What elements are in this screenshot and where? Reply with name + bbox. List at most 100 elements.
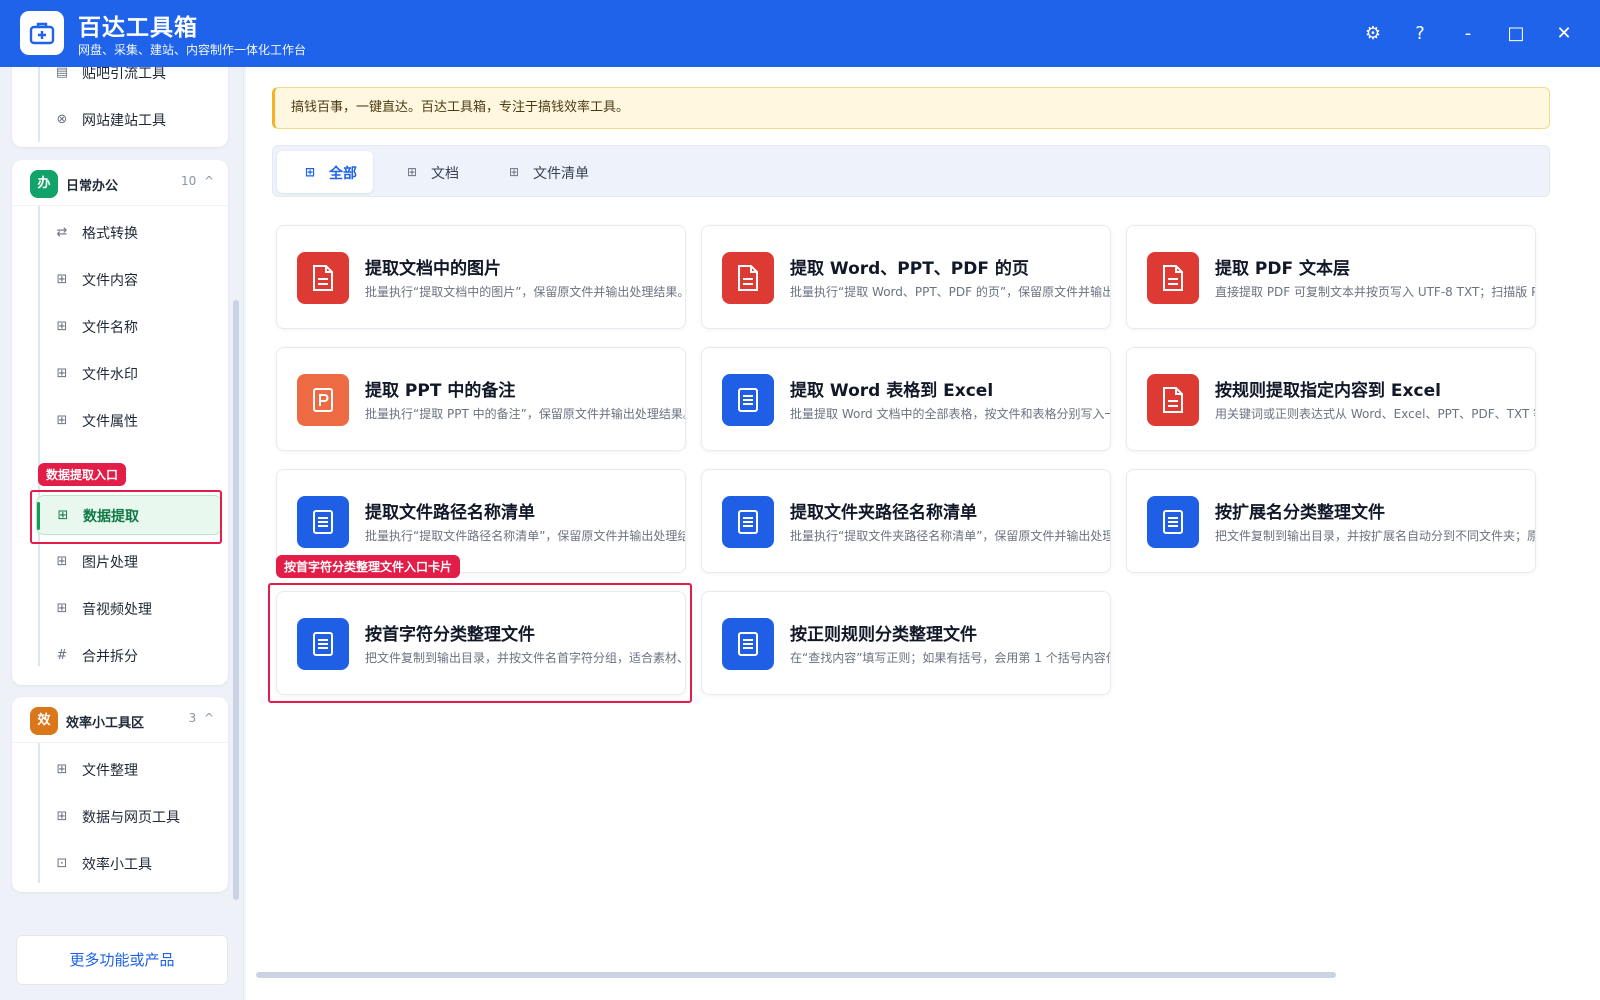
annotation-tag-first-char-card: 按首字符分类整理文件入口卡片 [276, 555, 461, 578]
tool-card-title: 提取 PPT 中的备注 [365, 381, 516, 401]
tool-card[interactable]: 按扩展名分类整理文件把文件复制到输出目录，并按扩展名自动分到不同文件夹；原文件不… [1126, 469, 1536, 573]
tool-card-description: 批量执行“提取文档中的图片”，保留原文件并输出处理结果。 [365, 285, 686, 299]
tab-document[interactable]: ⊞ 文档 [379, 151, 475, 193]
group-count: 10 ^ [181, 174, 214, 188]
list-doc-icon [297, 496, 349, 548]
tool-card[interactable]: 提取文档中的图片批量执行“提取文档中的图片”，保留原文件并输出处理结果。 [276, 225, 686, 329]
ppt-icon [297, 374, 349, 426]
help-icon[interactable]: ? [1404, 18, 1436, 50]
globe-icon: ⊗ [56, 112, 68, 127]
grid-icon: ⊞ [56, 319, 68, 334]
list-doc-icon [722, 618, 774, 670]
sidebar-item-file-organize[interactable]: ⊞ 文件整理 [36, 750, 222, 790]
document-icon [722, 252, 774, 304]
grid-icon: ⊞ [56, 366, 68, 381]
notice-banner: 搞钱百事，一键直达。百达工具箱，专注于搞钱效率工具。 [272, 87, 1550, 129]
tool-card-description: 批量执行“提取 PPT 中的备注”，保留原文件并输出处理结果。 [365, 407, 686, 421]
tool-card[interactable]: 按正则规则分类整理文件在“查找内容”填写正则；如果有括号，会用第 1 个括号内容… [701, 591, 1111, 695]
tool-card-description: 用关键词或正则表达式从 Word、Excel、PPT、PDF、TXT 等文档中提… [1215, 407, 1535, 421]
toolbox-logo-icon [20, 11, 64, 55]
tool-card[interactable]: 提取 Word、PPT、PDF 的页批量执行“提取 Word、PPT、PDF 的… [701, 225, 1111, 329]
tool-card[interactable]: 提取文件夹路径名称清单批量执行“提取文件夹路径名称清单”，保留原文件并输出处理结… [701, 469, 1111, 573]
sidebar-scrollbar[interactable] [233, 300, 239, 900]
tab-all[interactable]: ⊞ 全部 [277, 151, 373, 193]
tool-card-description: 批量执行“提取 Word、PPT、PDF 的页”，保留原文件并输出处理结果。 [790, 285, 1111, 299]
group-header-office[interactable]: 办 日常办公 10 ^ [12, 160, 228, 206]
sidebar-item-file-attributes[interactable]: ⊞ 文件属性 [36, 401, 222, 441]
close-button[interactable]: ✕ [1548, 18, 1580, 50]
category-tabs: ⊞ 全部 ⊞ 文档 ⊞ 文件清单 [272, 145, 1550, 197]
tool-card-description: 直接提取 PDF 可复制文本并按页写入 UTF-8 TXT；扫描版 PDF 请使… [1215, 285, 1535, 299]
grid-icon: ⊞ [56, 272, 68, 287]
sidebar-item-watermark[interactable]: ⊞ 文件水印 [36, 354, 222, 394]
group-title: 效率小工具区 [66, 716, 145, 731]
list-doc-icon [1147, 496, 1199, 548]
tool-card[interactable]: 提取 Word 表格到 Excel 批量提取 Word 文档中的全部表格，按文件和… [701, 347, 1111, 451]
tool-card[interactable]: 提取 PDF 文本层直接提取 PDF 可复制文本并按页写入 UTF-8 TXT；… [1126, 225, 1536, 329]
group-count: 3 ^ [188, 711, 214, 725]
settings-gear-icon[interactable]: ⚙ [1357, 18, 1389, 50]
group-title: 日常办公 [66, 179, 119, 194]
tool-card-title: 提取 Word、PPT、PDF 的页 [790, 259, 1029, 279]
sidebar-item-data-web[interactable]: ⊞ 数据与网页工具 [36, 797, 222, 837]
tool-card-title: 按扩展名分类整理文件 [1215, 503, 1385, 523]
tool-card-description: 在“查找内容”填写正则；如果有括号，会用第 1 个括号内容作为分类文件夹名。 [790, 651, 1110, 665]
box-icon: ⊡ [56, 856, 68, 871]
grid-icon: ⊞ [305, 165, 316, 179]
sidebar-group-tools: ▤ 贴吧引流工具 ⊗ 网站建站工具 [12, 67, 228, 147]
tool-card-title: 按正则规则分类整理文件 [790, 625, 977, 645]
document-icon [1147, 252, 1199, 304]
minimize-button[interactable]: - [1452, 18, 1484, 50]
list-doc-icon [722, 374, 774, 426]
group-badge: 效 [30, 707, 58, 735]
grid-icon: ⊞ [56, 809, 68, 824]
grid-icon: ⊞ [56, 762, 68, 777]
grid-icon: ⊞ [407, 165, 418, 179]
annotation-box-first-char-card [268, 583, 692, 703]
tool-card-title: 提取文件路径名称清单 [365, 503, 535, 523]
tool-card-description: 把文件复制到输出目录，并按扩展名自动分到不同文件夹；原文件不变。 [1215, 529, 1535, 543]
tool-card-title: 提取文档中的图片 [365, 259, 501, 279]
sidebar-item-audio-video[interactable]: ⊞ 音视频处理 [36, 589, 222, 629]
tool-card-title: 提取 Word 表格到 Excel [790, 381, 994, 401]
list-doc-icon [722, 496, 774, 548]
annotation-box-data-extract [30, 490, 222, 544]
tool-card[interactable]: 按规则提取指定内容到 Excel 用关键词或正则表达式从 Word、Excel、P… [1126, 347, 1536, 451]
tool-card-description: 批量执行“提取文件夹路径名称清单”，保留原文件并输出处理结果。 [790, 529, 1110, 543]
tool-card-title: 提取文件夹路径名称清单 [790, 503, 977, 523]
hash-icon: # [56, 648, 68, 663]
tab-file-list[interactable]: ⊞ 文件清单 [481, 151, 601, 193]
grid-icon: ⊞ [56, 554, 68, 569]
sidebar-item-merge-split[interactable]: # 合并拆分 [36, 636, 222, 676]
maximize-button[interactable]: □ [1500, 18, 1532, 50]
horizontal-scrollbar[interactable] [256, 972, 1336, 978]
annotation-tag-data-extract: 数据提取入口 [38, 463, 127, 486]
sidebar-item-efficiency-tools[interactable]: ⊡ 效率小工具 [36, 844, 222, 884]
swap-icon: ⇄ [56, 225, 68, 240]
tool-card[interactable]: 提取 PPT 中的备注批量执行“提取 PPT 中的备注”，保留原文件并输出处理结… [276, 347, 686, 451]
sidebar-item-image[interactable]: ⊞ 图片处理 [36, 542, 222, 582]
grid-icon: ⊞ [56, 601, 68, 616]
sidebar-item-website[interactable]: ⊗ 网站建站工具 [36, 100, 222, 140]
sidebar-item-file-name[interactable]: ⊞ 文件名称 [36, 307, 222, 347]
sidebar-group-office: 办 日常办公 10 ^ ⇄ 格式转换 ⊞ 文件内容 ⊞ 文件名称 ⊞ 文件水印 … [12, 160, 228, 685]
tool-card-description: 批量执行“提取文件路径名称清单”，保留原文件并输出处理结果。 [365, 529, 686, 543]
tool-card-title: 按规则提取指定内容到 Excel [1215, 381, 1441, 401]
tool-card-description: 批量提取 Word 文档中的全部表格，按文件和表格分别写入一个 Excel。 [790, 407, 1111, 421]
sidebar-item-format-convert[interactable]: ⇄ 格式转换 [36, 213, 222, 253]
sidebar-item-tieba[interactable]: ▤ 贴吧引流工具 [36, 67, 222, 93]
tool-card-title: 提取 PDF 文本层 [1215, 259, 1351, 279]
group-header-efficiency[interactable]: 效 效率小工具区 3 ^ [12, 697, 228, 743]
grid-icon: ⊞ [509, 165, 520, 179]
sidebar-group-efficiency: 效 效率小工具区 3 ^ ⊞ 文件整理 ⊞ 数据与网页工具 ⊡ 效率小工具 [12, 697, 228, 892]
title-bar: 百达工具箱 网盘、采集、建站、内容制作一体化工作台 ⚙ ? - □ ✕ [0, 0, 1600, 67]
grid-icon: ⊞ [56, 413, 68, 428]
list-icon: ▤ [55, 67, 69, 80]
app-title: 百达工具箱 [78, 15, 198, 41]
chevron-up-icon: ^ [203, 174, 214, 188]
main-content: 搞钱百事，一键直达。百达工具箱，专注于搞钱效率工具。 ⊞ 全部 ⊞ 文档 ⊞ 文… [246, 67, 1600, 1000]
more-products-button[interactable]: 更多功能或产品 [16, 935, 228, 985]
chevron-up-icon: ^ [203, 711, 214, 725]
sidebar-item-file-content[interactable]: ⊞ 文件内容 [36, 260, 222, 300]
app-subtitle: 网盘、采集、建站、内容制作一体化工作台 [78, 43, 307, 57]
